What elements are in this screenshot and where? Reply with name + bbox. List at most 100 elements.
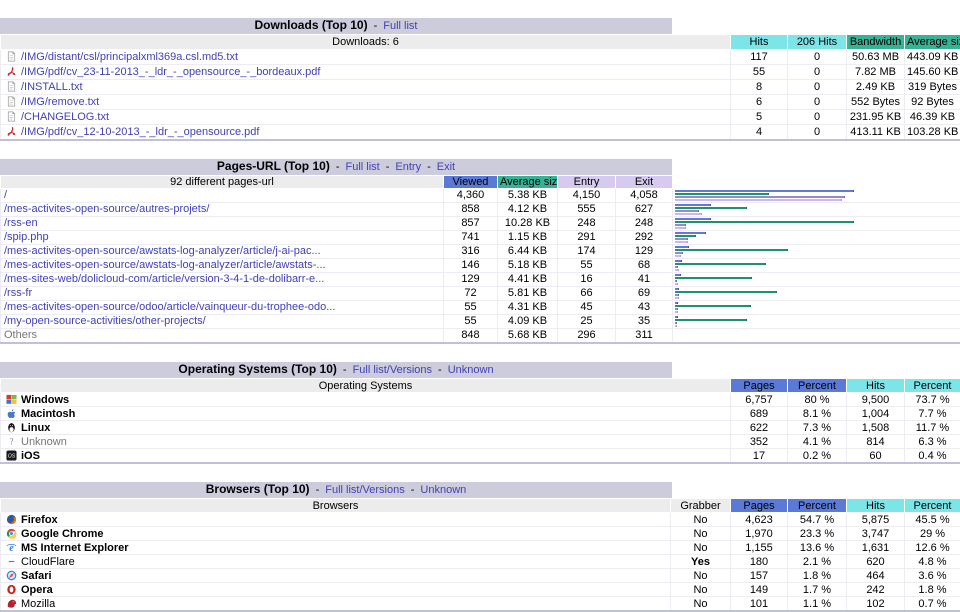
os-table: Operating SystemsPagesPercentHitsPercent… xyxy=(0,378,960,464)
name-link[interactable]: /IMG/pdf/cv_23-11-2013_-_ldr_-_opensourc… xyxy=(21,66,320,78)
name-link[interactable]: /spip.php xyxy=(4,231,49,243)
name-cell: /IMG/pdf/cv_12-10-2013_-_ldr_-_opensourc… xyxy=(1,125,731,141)
value-cell: 149 xyxy=(731,583,788,597)
os-link-full-list-versions[interactable]: Full list/Versions xyxy=(353,364,432,376)
table-row: Windows6,75780 %9,50073.7 % xyxy=(1,393,960,407)
name-label: Others xyxy=(4,329,37,341)
value-cell: 1.7 % xyxy=(788,583,847,597)
value-cell: 102 xyxy=(847,597,905,612)
name-label: Opera xyxy=(21,584,53,596)
column-header-percent: Percent xyxy=(788,379,847,393)
name-cell: /CHANGELOG.txt xyxy=(1,110,731,125)
entry-bar xyxy=(675,210,699,212)
value-cell: 4,360 xyxy=(444,189,498,203)
name-cell: /rss-fr xyxy=(1,287,444,301)
value-cell: 0.2 % xyxy=(788,449,847,464)
browsers-link-unknown[interactable]: Unknown xyxy=(420,484,466,496)
value-cell: 4.09 KB xyxy=(498,315,558,329)
pages-link-exit[interactable]: Exit xyxy=(437,161,455,173)
value-cell: 1,004 xyxy=(847,407,905,421)
table-row: eMS Internet ExplorerNo1,15513.6 %1,6311… xyxy=(1,541,960,555)
value-cell: 5.18 KB xyxy=(498,259,558,273)
table-row: /CHANGELOG.txt50231.95 KB46.39 KB xyxy=(1,110,960,125)
ios-icon: OS xyxy=(6,450,17,461)
exit-bar xyxy=(675,213,702,215)
downloads-link-full-list[interactable]: Full list xyxy=(383,20,417,32)
name-link[interactable]: /INSTALL.txt xyxy=(21,81,83,93)
value-cell: 55 xyxy=(444,301,498,315)
value-cell: 3.6 % xyxy=(905,569,960,583)
name-link[interactable]: /my-open-source-activities/other-project… xyxy=(4,315,206,327)
value-cell: 231.95 KB xyxy=(847,110,905,125)
table-subheader: 92 different pages-url xyxy=(1,176,444,189)
value-cell: 69 xyxy=(616,287,673,301)
name-link[interactable]: /rss-fr xyxy=(4,287,32,299)
value-cell: 4,150 xyxy=(558,189,616,203)
name-link[interactable]: /IMG/remove.txt xyxy=(21,96,99,108)
name-link[interactable]: / xyxy=(4,189,7,201)
value-cell: 117 xyxy=(731,50,788,65)
pages-link-full-list[interactable]: Full list xyxy=(345,161,379,173)
name-cell: Windows xyxy=(1,393,731,407)
column-header-206-hits: 206 Hits xyxy=(788,35,847,50)
name-link[interactable]: /IMG/pdf/cv_12-10-2013_-_ldr_-_opensourc… xyxy=(21,126,259,138)
value-cell: 0.7 % xyxy=(905,597,960,612)
value-cell: 0 xyxy=(788,110,847,125)
name-link[interactable]: /mes-activites-open-source/odoo/article/… xyxy=(4,301,335,313)
column-header-percent: Percent xyxy=(905,379,960,393)
name-link[interactable]: /mes-sites-web/dolicloud-com/article/ver… xyxy=(4,273,324,285)
bar-chart-cell xyxy=(673,231,960,245)
value-cell: 23.3 % xyxy=(788,527,847,541)
value-cell: 311 xyxy=(616,329,673,344)
name-link[interactable]: /mes-activites-open-source/awstats-log-a… xyxy=(4,245,321,257)
table-header-row: BrowsersGrabberPagesPercentHitsPercent xyxy=(1,499,960,513)
grabber-cell: No xyxy=(671,541,731,555)
entry-bar xyxy=(675,280,677,282)
name-cell: /spip.php xyxy=(1,231,444,245)
value-cell: 1,970 xyxy=(731,527,788,541)
browsers-link-full-list-versions[interactable]: Full list/Versions xyxy=(325,484,404,496)
value-cell: 3,747 xyxy=(847,527,905,541)
operating-systems-section: Operating Systems (Top 10)-Full list/Ver… xyxy=(0,362,960,464)
name-link[interactable]: /IMG/distant/csl/principalxml369a.csl.md… xyxy=(21,51,238,63)
title-separator: - xyxy=(411,484,415,496)
chart-header-spacer xyxy=(673,176,960,189)
viewed-bar xyxy=(675,288,679,290)
name-link[interactable]: /rss-en xyxy=(4,217,38,229)
title-separator: - xyxy=(427,161,431,173)
value-cell: 180 xyxy=(731,555,788,569)
table-row: Others8485.68 KB296311 xyxy=(1,329,960,344)
pdf-file-icon xyxy=(6,66,17,77)
name-link[interactable]: /mes-activites-open-source/awstats-log-a… xyxy=(4,259,326,271)
table-row: /spip.php7411.15 KB291292 xyxy=(1,231,960,245)
value-cell: 66 xyxy=(558,287,616,301)
exit-bar xyxy=(675,241,688,243)
value-cell: 25 xyxy=(558,315,616,329)
table-row: /IMG/remove.txt60552 Bytes92 Bytes xyxy=(1,95,960,110)
table-row: /mes-sites-web/dolicloud-com/article/ver… xyxy=(1,273,960,287)
value-cell: 1.8 % xyxy=(788,569,847,583)
value-cell: 6 xyxy=(731,95,788,110)
downloads-title-bar: Downloads (Top 10)-Full list xyxy=(0,18,672,34)
value-cell: 464 xyxy=(847,569,905,583)
name-label: Macintosh xyxy=(21,408,75,420)
column-header-exit: Exit xyxy=(616,176,673,189)
table-row: /mes-activites-open-source/awstats-log-a… xyxy=(1,245,960,259)
value-cell: 4.12 KB xyxy=(498,203,558,217)
value-cell: 68 xyxy=(616,259,673,273)
table-row: Google ChromeNo1,97023.3 %3,74729 % xyxy=(1,527,960,541)
grabber-cell: No xyxy=(671,527,731,541)
grabber-cell: No xyxy=(671,513,731,527)
value-cell: 4.31 KB xyxy=(498,301,558,315)
value-cell: 0.4 % xyxy=(905,449,960,464)
pdf-file-icon xyxy=(6,126,17,137)
txt-file-icon xyxy=(6,51,17,62)
pages-link-entry[interactable]: Entry xyxy=(395,161,421,173)
table-row: CloudFlareYes1802.1 %6204.8 % xyxy=(1,555,960,569)
column-header-viewed: Viewed xyxy=(444,176,498,189)
name-link[interactable]: /CHANGELOG.txt xyxy=(21,111,109,123)
os-link-unknown[interactable]: Unknown xyxy=(448,364,494,376)
name-link[interactable]: /mes-activites-open-source/autres-projet… xyxy=(4,203,209,215)
section-title: Pages-URL (Top 10) xyxy=(217,159,330,173)
value-cell: 73.7 % xyxy=(905,393,960,407)
